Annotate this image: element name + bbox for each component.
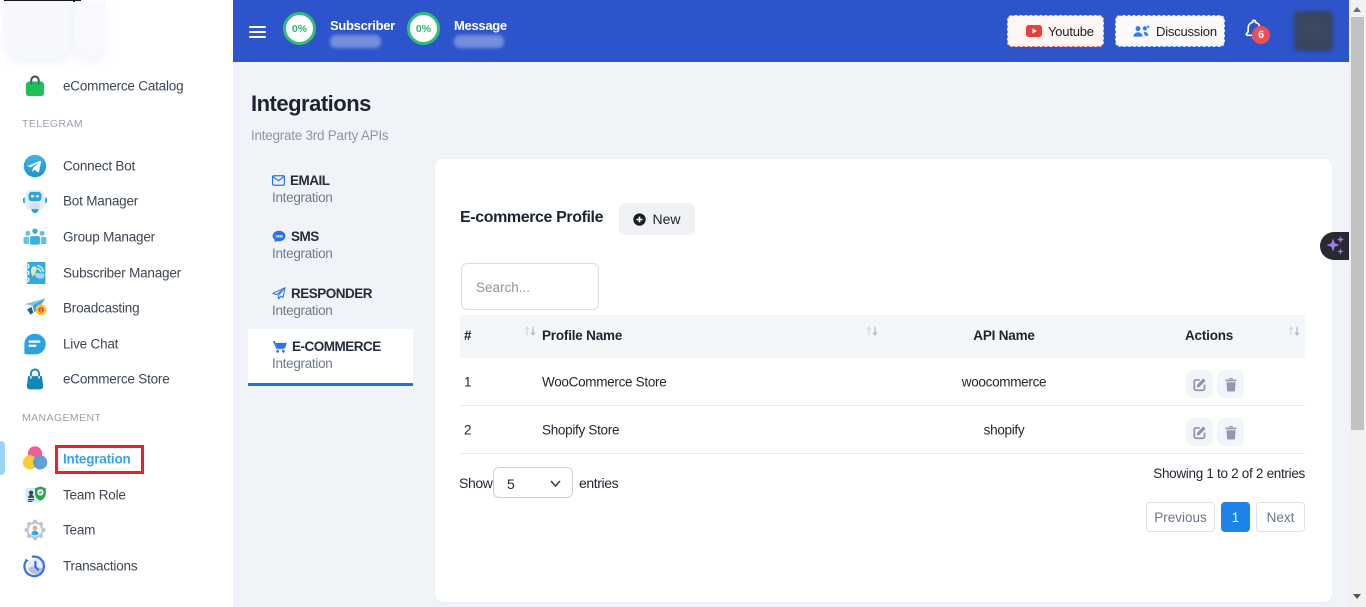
svg-text:SMS: SMS (276, 235, 284, 239)
